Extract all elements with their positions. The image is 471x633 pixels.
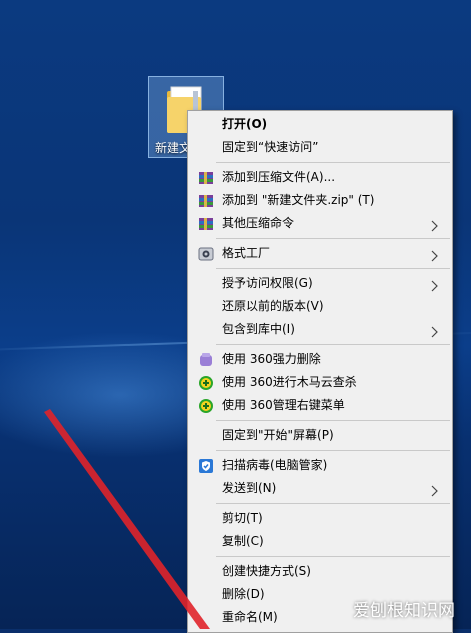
watermark-text: 爱刨根知识网: [353, 601, 455, 621]
red-pointer-arrow: [44, 409, 210, 629]
